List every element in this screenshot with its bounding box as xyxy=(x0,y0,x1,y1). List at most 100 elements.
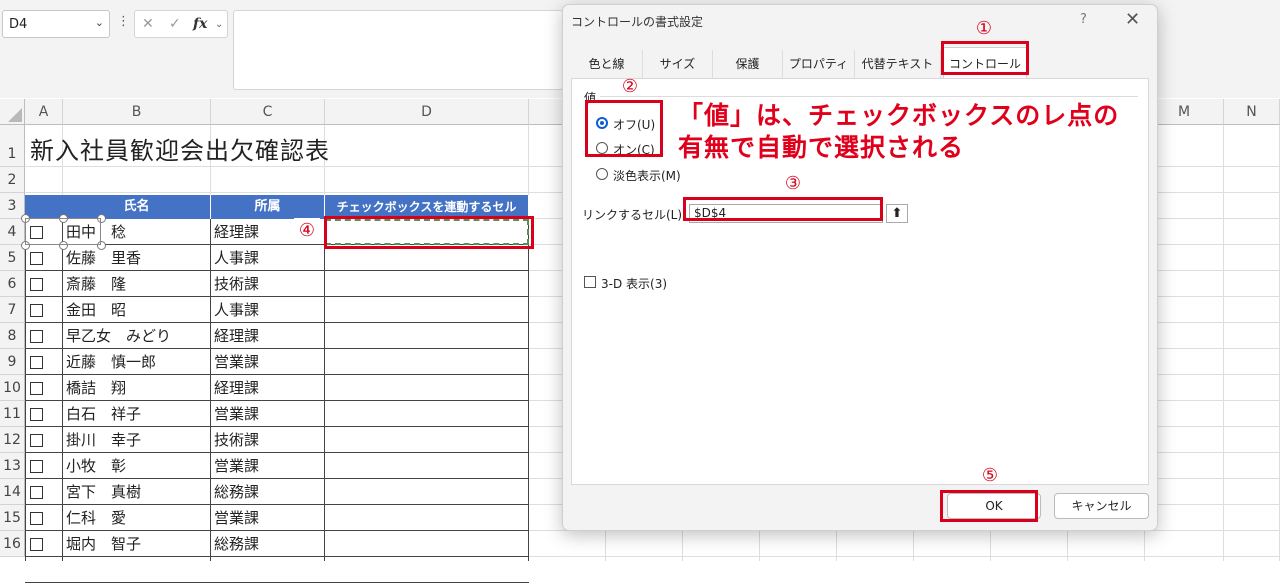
attendance-checkbox[interactable] xyxy=(30,304,43,317)
attendance-checkbox[interactable] xyxy=(30,512,43,525)
cell-dept[interactable]: 経理課 xyxy=(214,219,259,245)
cell-name[interactable]: 近藤 慎一郎 xyxy=(66,349,156,375)
header-checkbox-col xyxy=(25,195,63,219)
checkbox-3d[interactable] xyxy=(584,276,596,288)
cell-dept[interactable]: 営業課 xyxy=(214,505,259,531)
column-header-n[interactable]: N xyxy=(1224,99,1280,125)
cell-name[interactable]: 掛川 幸子 xyxy=(66,427,141,453)
row-header-15[interactable]: 15 xyxy=(0,505,25,531)
column-header-d[interactable]: D xyxy=(325,99,529,125)
chevron-down-icon[interactable]: ⌄ xyxy=(215,19,223,30)
row-header-16[interactable]: 16 xyxy=(0,531,25,557)
confirm-entry-icon[interactable]: ✓ xyxy=(169,16,181,32)
row-header-5[interactable]: 5 xyxy=(0,245,25,271)
name-box-value: D4 xyxy=(9,17,28,32)
radio-mixed[interactable] xyxy=(596,168,608,180)
header-dept: 所属 xyxy=(211,195,325,219)
tab-alt-text[interactable]: 代替テキスト xyxy=(855,50,941,78)
checkbox-3d-label[interactable]: 3-D 表示(3) xyxy=(601,275,667,292)
sheet-title: 新入社員歓迎会出欠確認表 xyxy=(30,137,330,165)
row-header-10[interactable]: 10 xyxy=(0,375,25,401)
row-header-1[interactable]: 1 xyxy=(0,125,25,167)
cell-name[interactable]: 斎藤 隆 xyxy=(66,271,126,297)
row-header-2[interactable]: 2 xyxy=(0,167,25,193)
cell-name[interactable]: 金田 昭 xyxy=(66,297,126,323)
cell-dept[interactable]: 人事課 xyxy=(214,297,259,323)
cell-dept[interactable]: 経理課 xyxy=(214,323,259,349)
cancel-entry-icon[interactable]: ✕ xyxy=(142,16,154,32)
checkbox-selection-frame xyxy=(25,218,101,245)
attendance-checkbox[interactable] xyxy=(30,538,43,551)
table-row-border xyxy=(25,452,529,453)
header-name: 氏名 xyxy=(63,195,211,219)
attendance-checkbox[interactable] xyxy=(30,434,43,447)
grid-column-line xyxy=(1223,125,1224,561)
column-header-b[interactable]: B xyxy=(63,99,211,125)
close-icon[interactable]: ✕ xyxy=(1125,9,1140,30)
cell-name[interactable]: 仁科 愛 xyxy=(66,505,126,531)
cell-dept[interactable]: 総務課 xyxy=(214,479,259,505)
highlight-box-control-tab xyxy=(941,41,1029,75)
table-row-border xyxy=(25,296,529,297)
cancel-button[interactable]: キャンセル xyxy=(1054,493,1149,519)
cell-dept[interactable]: 経理課 xyxy=(214,375,259,401)
attendance-checkbox[interactable] xyxy=(30,330,43,343)
attendance-checkbox[interactable] xyxy=(30,382,43,395)
cell-dept[interactable]: 技術課 xyxy=(214,271,259,297)
cell-name[interactable]: 宮下 真樹 xyxy=(66,479,141,505)
cell-dept[interactable]: 営業課 xyxy=(214,401,259,427)
table-row-border xyxy=(25,270,529,271)
row-header-9[interactable]: 9 xyxy=(0,349,25,375)
row-header-7[interactable]: 7 xyxy=(0,297,25,323)
insert-function-icon[interactable]: fx xyxy=(193,16,207,32)
row-header-13[interactable]: 13 xyxy=(0,453,25,479)
cell-dept[interactable]: 人事課 xyxy=(214,245,259,271)
attendance-checkbox[interactable] xyxy=(30,486,43,499)
attendance-checkbox[interactable] xyxy=(30,356,43,369)
formula-buttons: ✕ ✓ fx ⌄ xyxy=(134,10,228,38)
attendance-checkbox[interactable] xyxy=(30,408,43,421)
tab-size[interactable]: サイズ xyxy=(643,50,713,78)
row-header-8[interactable]: 8 xyxy=(0,323,25,349)
tab-properties[interactable]: プロパティ xyxy=(783,50,855,78)
attendance-checkbox[interactable] xyxy=(30,460,43,473)
more-vert-icon[interactable]: ⋮ xyxy=(117,14,130,29)
tab-protection[interactable]: 保護 xyxy=(713,50,783,78)
cell-name[interactable]: 橋詰 翔 xyxy=(66,375,126,401)
row-header-4[interactable]: 4 xyxy=(0,219,25,245)
highlight-box-ok xyxy=(940,490,1038,522)
row-header-11[interactable]: 11 xyxy=(0,401,25,427)
format-control-dialog: コントロールの書式設定 ? ✕ 色と線 サイズ 保護 プロパティ 代替テキスト … xyxy=(562,4,1158,531)
annotation-number-1: ① xyxy=(975,18,993,39)
cell-name[interactable]: 白石 祥子 xyxy=(66,401,141,427)
table-row-border xyxy=(25,556,529,557)
help-icon[interactable]: ? xyxy=(1080,12,1087,27)
cell-dept[interactable]: 営業課 xyxy=(214,349,259,375)
formula-input[interactable] xyxy=(233,10,563,90)
collapse-dialog-icon[interactable]: ⬆ xyxy=(886,204,908,223)
annotation-number-3: ③ xyxy=(784,173,802,194)
cell-name[interactable]: 堀内 智子 xyxy=(66,531,141,557)
column-header-c[interactable]: C xyxy=(211,99,325,125)
radio-mixed-label[interactable]: 淡色表示(M) xyxy=(613,167,681,184)
annotation-number-4: ④ xyxy=(294,218,320,244)
select-all-corner[interactable] xyxy=(0,99,25,125)
table-row-border xyxy=(25,530,529,531)
row-header-14[interactable]: 14 xyxy=(0,479,25,505)
cell-name[interactable]: 早乙女 みどり xyxy=(66,323,171,349)
cell-dept[interactable]: 営業課 xyxy=(214,453,259,479)
annotation-number-2: ② xyxy=(621,76,639,97)
chevron-down-icon[interactable]: ⌄ xyxy=(95,16,104,29)
annotation-number-5: ⑤ xyxy=(981,465,999,486)
cell-dept[interactable]: 総務課 xyxy=(214,531,259,557)
cell-dept[interactable]: 技術課 xyxy=(214,427,259,453)
name-box[interactable]: D4 ⌄ xyxy=(2,10,110,38)
column-header-a[interactable]: A xyxy=(25,99,63,125)
cell-name[interactable]: 小牧 彰 xyxy=(66,453,126,479)
row-header-6[interactable]: 6 xyxy=(0,271,25,297)
row-header-12[interactable]: 12 xyxy=(0,427,25,453)
attendance-checkbox[interactable] xyxy=(30,278,43,291)
highlight-box-d4 xyxy=(324,216,534,249)
highlight-box-value-options xyxy=(585,100,663,157)
attendance-checkbox[interactable] xyxy=(30,252,43,265)
